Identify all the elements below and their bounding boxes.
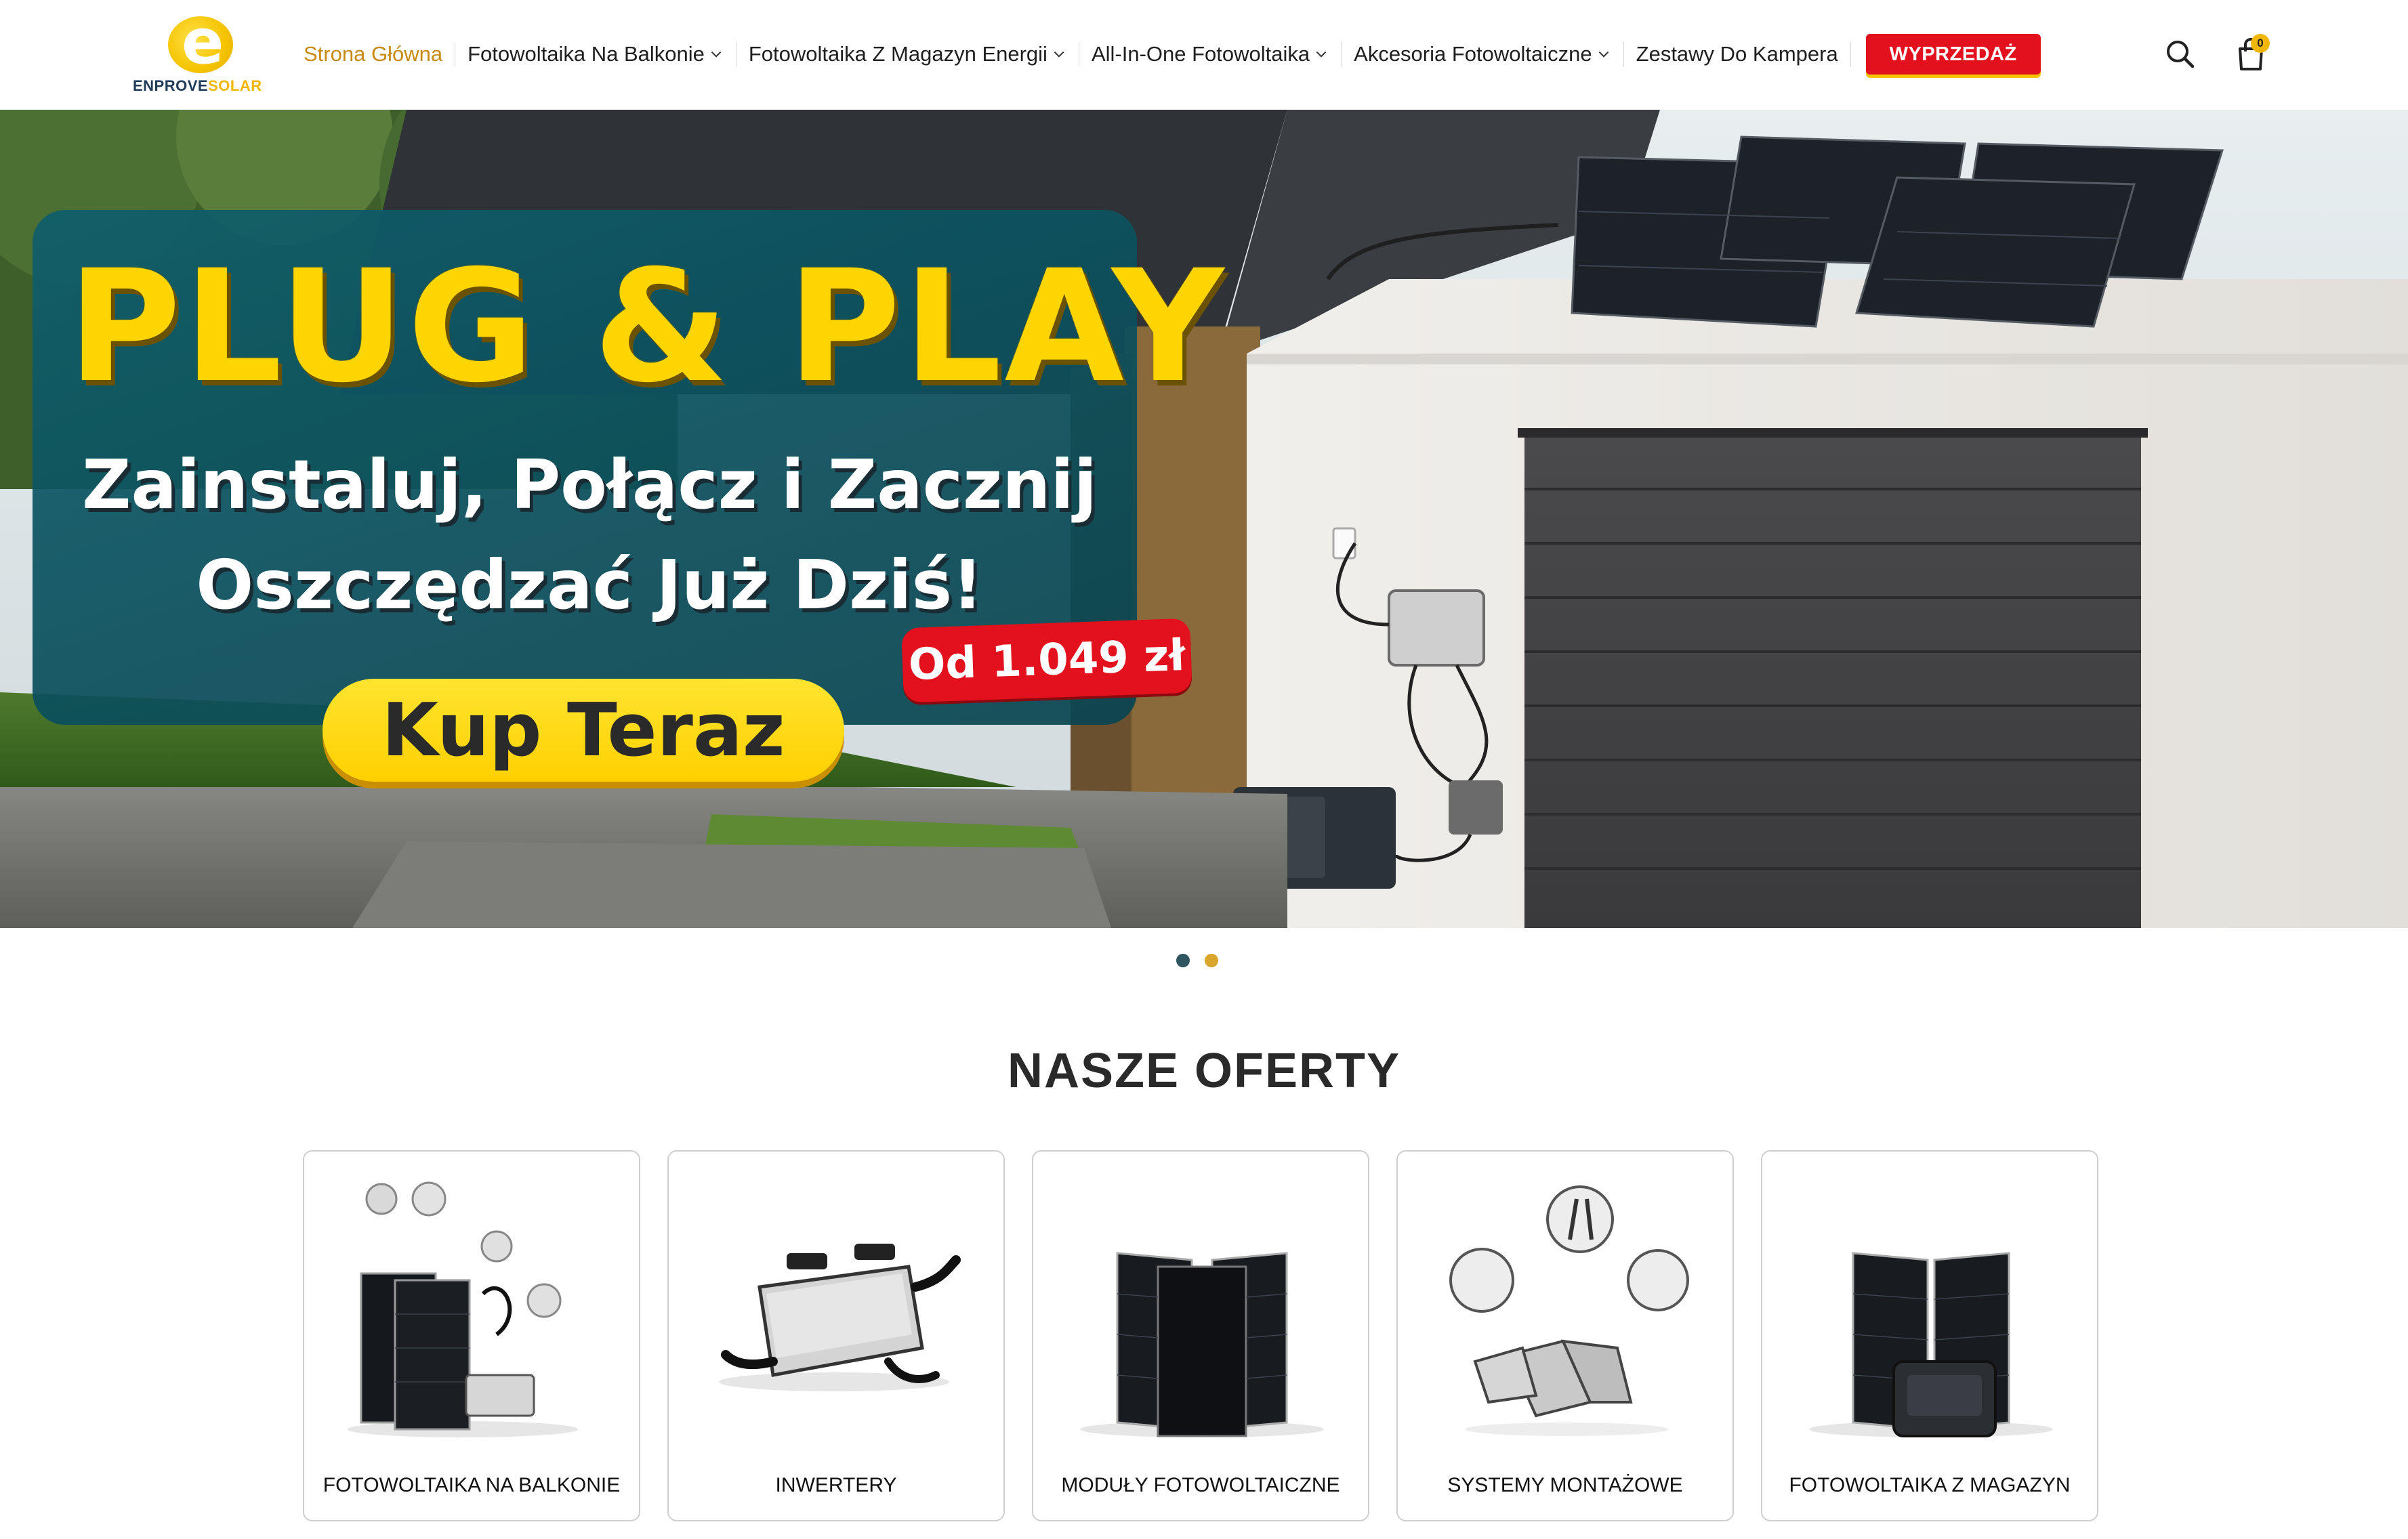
search-icon[interactable] xyxy=(2161,35,2199,73)
balcony-kit-image xyxy=(348,1181,578,1437)
carousel-dot-2[interactable] xyxy=(1205,954,1218,967)
offers-grid: FOTOWOLTAIKA NA BALKONIE INWERTERY MODUŁ… xyxy=(303,1150,2098,1521)
hero-title: PLUG & PLAY xyxy=(68,236,1227,417)
logo-word-solar: SOLAR xyxy=(208,77,262,94)
offers-section-title: NASZE OFERTY xyxy=(1007,1044,1401,1098)
offer-card-label: FOTOWOLTAIKA NA BALKONIE xyxy=(323,1474,621,1496)
nav-item-pv-with-storage[interactable]: Fotowoltaika Z Magazyn Energii xyxy=(736,38,1079,70)
carousel-dot-1[interactable] xyxy=(1176,954,1190,967)
chevron-down-icon xyxy=(1054,51,1064,58)
nav-item-label: All-In-One Fotowoltaika xyxy=(1091,42,1310,66)
offer-card-inverters[interactable]: INWERTERY xyxy=(667,1150,1005,1521)
nav-item-label: Fotowoltaika Na Balkonie xyxy=(468,42,705,66)
logo-letter: e xyxy=(182,5,224,78)
cart-count-badge: 0 xyxy=(2251,34,2270,53)
hero-subtitle: Zainstaluj, Połącz i Zacznij Oszczędzać … xyxy=(68,435,1111,635)
nav-item-balcony-pv[interactable]: Fotowoltaika Na Balkonie xyxy=(455,38,736,70)
logo-wordmark: ENPROVESOLAR xyxy=(133,77,268,95)
sale-button[interactable]: WYPRZEDAŻ xyxy=(1865,34,2041,75)
offer-card-balcony-pv[interactable]: FOTOWOLTAIKA NA BALKONIE xyxy=(303,1150,640,1521)
price-badge: Od 1.049 zł xyxy=(901,618,1192,703)
chevron-down-icon xyxy=(1598,51,1608,58)
nav-item-label: Fotowoltaika Z Magazyn Energii xyxy=(748,42,1047,66)
offer-card-label: FOTOWOLTAIKA Z MAGAZYN xyxy=(1789,1474,2071,1496)
mounting-brackets-image xyxy=(1449,1185,1689,1436)
offer-card-label: SYSTEMY MONTAŻOWE xyxy=(1447,1474,1683,1496)
chevron-down-icon xyxy=(711,51,722,58)
hero-subtitle-line-1: Zainstaluj, Połącz i Zacznij xyxy=(82,445,1097,524)
hero-banner[interactable]: PLUG & PLAY Zainstaluj, Połącz i Zacznij… xyxy=(0,110,2408,928)
offer-card-mounting-systems[interactable]: SYSTEMY MONTAŻOWE xyxy=(1396,1150,1734,1521)
solar-modules-image xyxy=(1080,1252,1324,1437)
nav-item-label: Strona Główna xyxy=(304,42,443,66)
hero-subtitle-line-2: Oszczędzać Już Dziś! xyxy=(196,545,983,625)
nav-divider xyxy=(1850,42,1851,66)
site-header: e ENPROVESOLAR Strona Główna Fotowoltaik… xyxy=(0,0,2408,110)
nav-item-home[interactable]: Strona Główna xyxy=(291,38,455,70)
offer-card-label: MODUŁY FOTOWOLTAICZNE xyxy=(1061,1474,1340,1496)
main-navigation: Strona Główna Fotowoltaika Na Balkonie F… xyxy=(291,34,2041,75)
nav-item-camper-kits[interactable]: Zestawy Do Kampera xyxy=(1624,38,1850,70)
logo-word-enprove: ENPROVE xyxy=(133,77,209,94)
offer-card-pv-with-storage[interactable]: FOTOWOLTAIKA Z MAGAZYN xyxy=(1761,1150,2098,1521)
microinverter-image xyxy=(719,1244,961,1391)
chevron-down-icon xyxy=(1316,51,1327,58)
buy-now-button[interactable]: Kup Teraz xyxy=(323,679,844,782)
nav-item-accessories[interactable]: Akcesoria Fotowoltaiczne xyxy=(1342,38,1623,70)
nav-item-all-in-one[interactable]: All-In-One Fotowoltaika xyxy=(1079,38,1341,70)
enprove-solar-logo[interactable]: e ENPROVESOLAR xyxy=(133,11,268,96)
carousel-pagination xyxy=(1176,954,1218,967)
panels-with-storage-image xyxy=(1809,1252,2053,1437)
offer-card-pv-modules[interactable]: MODUŁY FOTOWOLTAICZNE xyxy=(1032,1150,1369,1521)
nav-item-label: Zestawy Do Kampera xyxy=(1636,42,1838,66)
offer-card-label: INWERTERY xyxy=(775,1474,897,1496)
nav-item-label: Akcesoria Fotowoltaiczne xyxy=(1354,42,1592,66)
